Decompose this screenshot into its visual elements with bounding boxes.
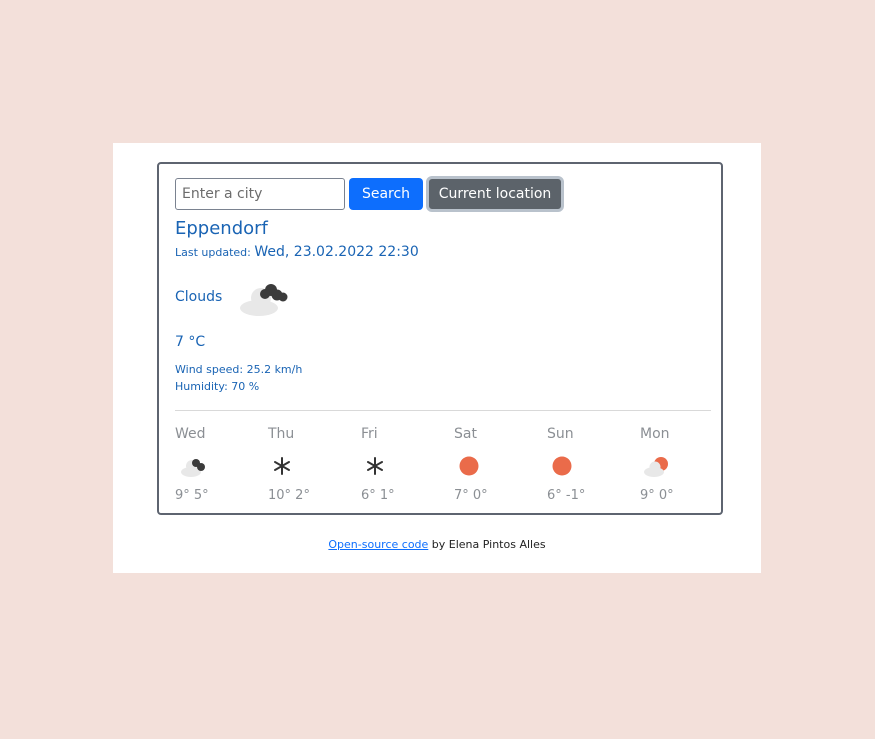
sun-icon: [552, 456, 572, 476]
forecast-temps: 6° -1°: [547, 488, 586, 503]
current-location-button[interactable]: Current location: [426, 176, 564, 212]
forecast-day: Sun 6° -1°: [547, 426, 627, 503]
city-name: Eppendorf: [175, 218, 268, 239]
divider: [175, 410, 711, 411]
current-temperature: 7 °C: [175, 334, 206, 350]
snowflake-icon: [367, 457, 383, 475]
forecast-temps: 7° 0°: [454, 488, 488, 503]
forecast-day-name: Sun: [547, 426, 574, 442]
forecast-day: Wed 9° 5°: [175, 426, 255, 503]
last-updated-timestamp: Wed, 23.02.2022 22:30: [254, 244, 419, 260]
wind-speed: Wind speed: 25.2 km/h: [175, 363, 303, 376]
weather-description: Clouds: [175, 289, 223, 305]
search-button[interactable]: Search: [349, 178, 423, 210]
forecast-day-name: Thu: [268, 426, 295, 442]
sun-icon: [459, 456, 479, 476]
forecast-temps: 6° 1°: [361, 488, 395, 503]
forecast-temps: 9° 5°: [175, 488, 209, 503]
forecast-day-name: Sat: [454, 426, 477, 442]
last-updated: Last updated: Wed, 23.02.2022 22:30: [175, 244, 419, 260]
forecast-day-name: Mon: [640, 426, 670, 442]
city-search-input[interactable]: [175, 178, 345, 210]
forecast-day-name: Wed: [175, 426, 206, 442]
weather-card: Search Current location Eppendorf Last u…: [113, 143, 761, 573]
forecast-day: Fri 6° 1°: [361, 426, 441, 503]
footer-author: by Elena Pintos Alles: [428, 538, 546, 551]
forecast-day: Mon 9° 0°: [640, 426, 720, 503]
weather-panel: Search Current location Eppendorf Last u…: [157, 162, 723, 515]
open-source-link[interactable]: Open-source code: [328, 538, 428, 551]
last-updated-label: Last updated:: [175, 246, 251, 259]
forecast-day-name: Fri: [361, 426, 378, 442]
snowflake-icon: [274, 457, 290, 475]
forecast-day: Sat 7° 0°: [454, 426, 534, 503]
footer: Open-source code by Elena Pintos Alles: [113, 538, 761, 551]
cloud-icon: [240, 284, 288, 316]
forecast-day: Thu 10° 2°: [268, 426, 348, 503]
partly-cloudy-icon: [644, 457, 668, 477]
forecast-temps: 9° 0°: [640, 488, 674, 503]
humidity: Humidity: 70 %: [175, 380, 260, 393]
forecast-temps: 10° 2°: [268, 488, 310, 503]
cloud-icon: [181, 459, 205, 477]
